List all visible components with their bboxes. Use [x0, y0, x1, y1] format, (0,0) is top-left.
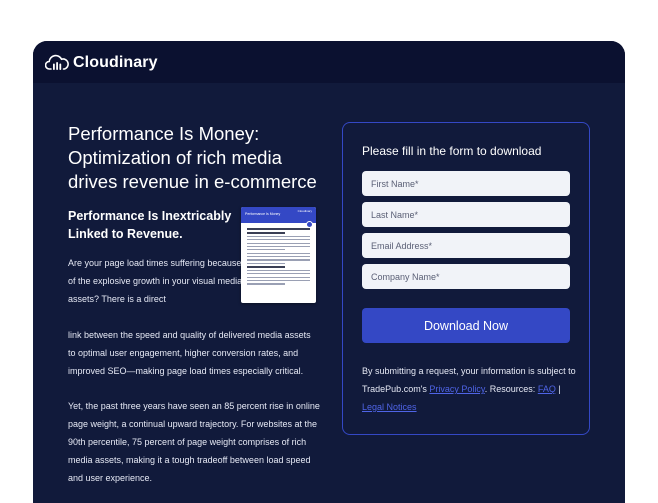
privacy-policy-link[interactable]: Privacy Policy — [429, 384, 484, 394]
cloud-icon — [45, 54, 69, 70]
thumbnail-title: Performance Is Money — [245, 212, 281, 216]
download-form-panel: Please fill in the form to download Down… — [342, 122, 590, 435]
page-subtitle: Performance Is Inextricably Linked to Re… — [68, 209, 232, 241]
form-heading: Please fill in the form to download — [362, 144, 542, 158]
faq-link[interactable]: FAQ — [538, 384, 556, 394]
header-bar: Cloudinary — [33, 41, 625, 83]
download-now-button[interactable]: Download Now — [362, 308, 570, 343]
thumbnail-badge — [306, 221, 313, 228]
thumbnail-logo: Cloudinary — [297, 209, 312, 213]
legal-notice: By submitting a request, your informatio… — [362, 362, 577, 416]
thumbnail-header: Performance Is Money Cloudinary — [241, 207, 316, 223]
legal-text-resources: . Resources: — [484, 384, 538, 394]
last-name-field[interactable] — [362, 202, 570, 227]
email-field[interactable] — [362, 233, 570, 258]
first-name-field[interactable] — [362, 171, 570, 196]
legal-separator: | — [555, 384, 561, 394]
company-name-field[interactable] — [362, 264, 570, 289]
page-title: Performance Is Money: Optimization of ri… — [68, 123, 317, 192]
intro-paragraph-continued: link between the speed and quality of de… — [68, 330, 311, 376]
second-paragraph: Yet, the past three years have seen an 8… — [68, 401, 320, 483]
legal-notices-link[interactable]: Legal Notices — [362, 402, 417, 412]
intro-paragraph-wrapped: Are your page load times suffering becau… — [68, 258, 243, 304]
brand-logo[interactable]: Cloudinary — [45, 51, 158, 75]
brand-name: Cloudinary — [73, 54, 158, 71]
landing-card: Cloudinary Performance Is Money: Optimiz… — [33, 41, 625, 503]
whitepaper-thumbnail: Performance Is Money Cloudinary — [241, 207, 316, 303]
thumbnail-text-lines — [241, 223, 316, 290]
